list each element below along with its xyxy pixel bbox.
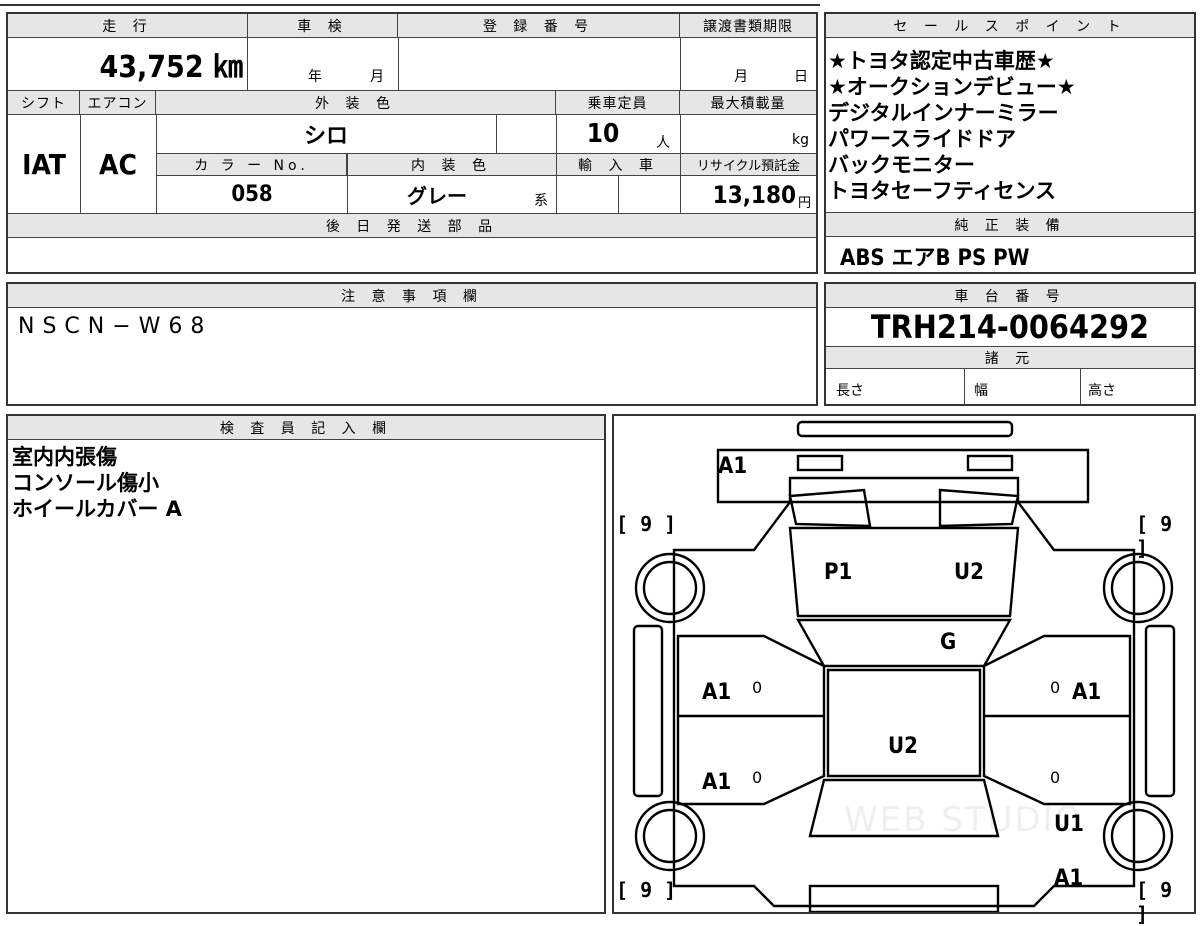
notes-value: NSCN−W68 xyxy=(18,314,213,339)
max-load-header: 最大積載量 xyxy=(680,91,816,115)
transfer-deadline-header: 譲渡書類期限 xyxy=(680,14,816,38)
damage-diagram: [ 9 ] [ 9 ] [ 9 ] [ 9 ] A1 P1 U2 G U2 A1… xyxy=(612,414,1196,926)
mark-rear-right: A1 xyxy=(1054,866,1084,891)
sales-point-item: バックモニター xyxy=(828,153,975,177)
tread-front-left: [ 9 ] xyxy=(616,512,677,536)
recycle-unit: 円 xyxy=(798,196,812,211)
inspector-line: ホイールカバー A xyxy=(12,497,182,521)
vehicle-info-table: 走 行 車 検 登 録 番 号 譲渡書類期限 43,752 ㎞ 年 月 月 日 … xyxy=(6,12,818,274)
length-label: 長さ xyxy=(836,383,864,399)
inspector-header: 検 査 員 記 入 欄 xyxy=(8,416,604,440)
mark-roof: U2 xyxy=(888,734,918,759)
inspector-line: 室内内張傷 xyxy=(12,445,117,469)
shift-value: IAT xyxy=(22,147,66,181)
equipment-header: 純 正 装 備 xyxy=(826,213,1194,237)
sales-point-item: ★オークションデビュー★ xyxy=(828,75,1076,99)
shaken-header: 車 検 xyxy=(248,14,398,38)
color-no-header: カ ラ ー No. xyxy=(157,154,347,176)
specs-header: 諸 元 xyxy=(826,347,1194,369)
sales-point-item: パワースライドドア xyxy=(828,127,1016,151)
chassis-header: 車 台 番 号 xyxy=(826,284,1194,308)
sales-points-list: ★トヨタ認定中古車歴★ ★オークションデビュー★ デジタルインナーミラー パワー… xyxy=(828,48,1194,204)
capacity-unit: 人 xyxy=(656,135,670,151)
chassis-panel: 車 台 番 号 TRH214-0064292 諸 元 長さ 幅 高さ xyxy=(824,282,1196,406)
inspector-notes: 室内内張傷 コンソール傷小 ホイールカバー A xyxy=(12,444,182,522)
sales-point-item: ★トヨタ認定中古車歴★ xyxy=(828,49,1055,73)
mark-front-bumper: A1 xyxy=(718,454,748,479)
width-label: 幅 xyxy=(974,383,988,399)
interior-suffix: 系 xyxy=(534,193,548,209)
sales-point-item: デジタルインナーミラー xyxy=(828,101,1059,125)
tread-rear-left: [ 9 ] xyxy=(616,878,677,902)
later-parts-header: 後 日 発 送 部 品 xyxy=(8,214,816,238)
sales-points-header: セ ー ル ス ポ イ ン ト xyxy=(826,14,1194,38)
shift-header: シフト xyxy=(8,91,80,115)
capacity-value: 10 xyxy=(586,119,620,149)
door-zero-rr: 0 xyxy=(1050,768,1061,787)
mileage-header: 走 行 xyxy=(8,14,248,38)
mileage-value: 43,752 ㎞ xyxy=(8,38,248,90)
shaken-month-label: 月 xyxy=(370,69,384,85)
mark-windshield: G xyxy=(940,630,957,655)
aircon-header: エアコン xyxy=(80,91,156,115)
inspector-line: コンソール傷小 xyxy=(12,471,159,495)
interior-color-header: 内 装 色 xyxy=(347,154,556,176)
mark-hood-left: P1 xyxy=(824,560,853,585)
exterior-color-header: 外 装 色 xyxy=(156,91,556,115)
mark-left-rear-door: A1 xyxy=(702,770,732,795)
transfer-month-label: 月 xyxy=(734,69,748,85)
interior-color-value: グレー xyxy=(407,184,467,208)
door-zero-rf: 0 xyxy=(1050,678,1061,697)
chassis-number: TRH214-0064292 xyxy=(870,308,1150,346)
equipment-value: ABS エアB PS PW xyxy=(840,246,1030,271)
sales-point-item: トヨタセーフティセンス xyxy=(828,179,1057,203)
aircon-value: AC xyxy=(99,147,137,181)
mark-right-front-door: A1 xyxy=(1072,680,1102,705)
inspector-panel: 検 査 員 記 入 欄 室内内張傷 コンソール傷小 ホイールカバー A xyxy=(6,414,606,914)
tread-front-right: [ 9 ] xyxy=(1136,512,1173,560)
registration-header: 登 録 番 号 xyxy=(398,14,680,38)
door-zero-lr: 0 xyxy=(752,768,763,787)
mark-hood-right: U2 xyxy=(954,560,984,585)
recycle-deposit-value: 13,180 xyxy=(712,180,796,209)
top-cut-line xyxy=(0,4,820,6)
notes-panel: 注 意 事 項 欄 NSCN−W68 xyxy=(6,282,818,406)
max-load-unit: kg xyxy=(792,132,809,148)
shaken-year-label: 年 xyxy=(308,69,322,85)
import-car-header: 輸 入 車 xyxy=(557,154,680,176)
recycle-deposit-header: リサイクル預託金 xyxy=(681,154,816,176)
capacity-header: 乗車定員 xyxy=(556,91,680,115)
mark-left-front-door: A1 xyxy=(702,680,732,705)
exterior-color-value: シロ xyxy=(303,124,348,149)
door-zero-lf: 0 xyxy=(752,678,763,697)
height-label: 高さ xyxy=(1088,383,1116,399)
sales-points-panel: セ ー ル ス ポ イ ン ト ★トヨタ認定中古車歴★ ★オークションデビュー★… xyxy=(824,12,1196,274)
tread-rear-right: [ 9 ] xyxy=(1136,878,1173,926)
transfer-day-label: 日 xyxy=(794,69,808,85)
notes-header: 注 意 事 項 欄 xyxy=(8,284,816,308)
color-no-value: 058 xyxy=(231,182,273,207)
watermark: WEB STUDIO xyxy=(844,800,1084,840)
